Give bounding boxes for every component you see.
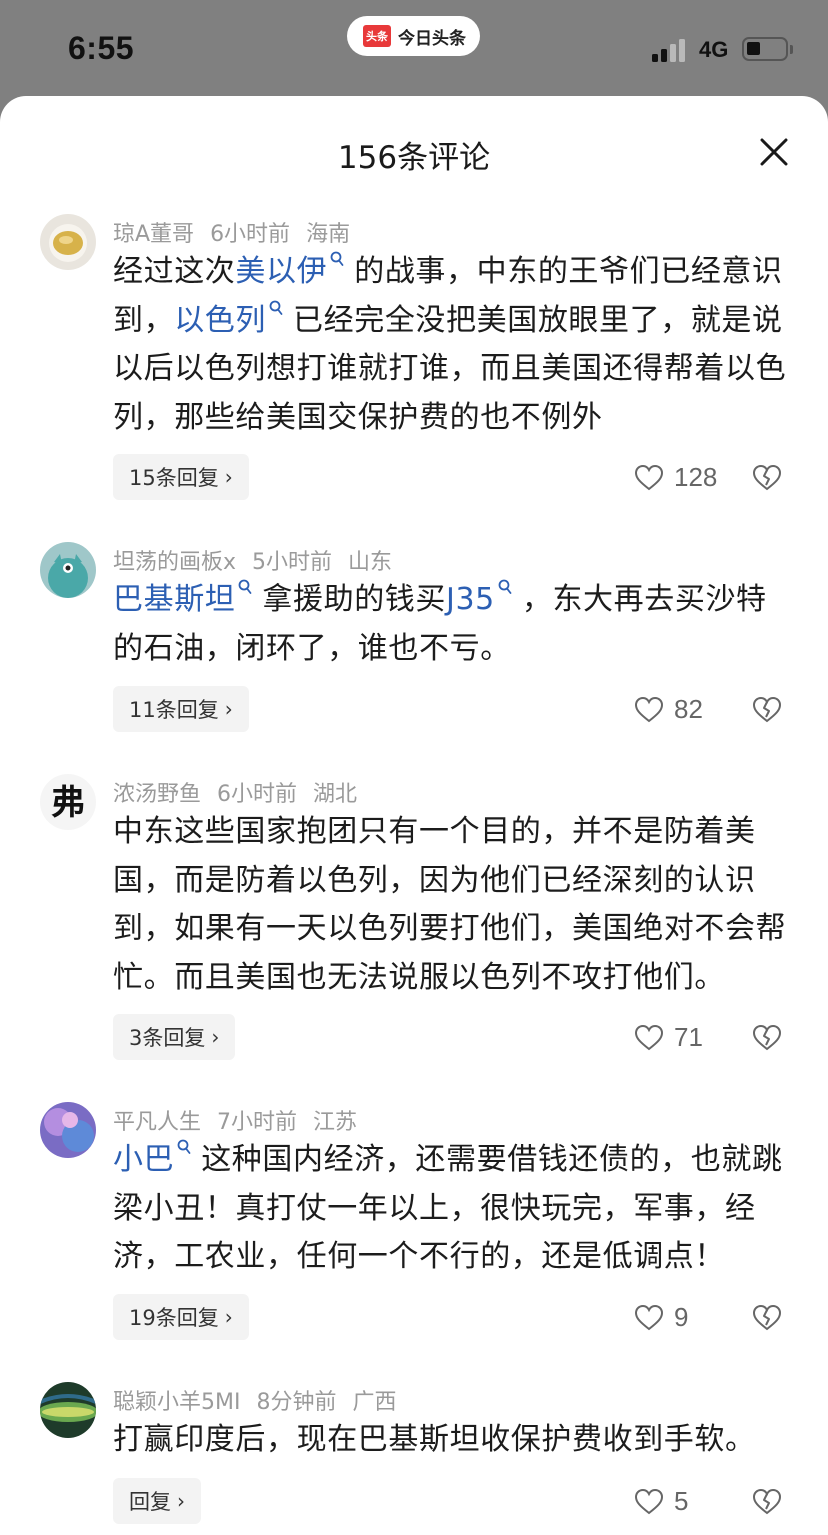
status-time: 6:55 [68,30,135,66]
heart-icon [634,696,664,722]
comment-time: 6小时前 [210,222,291,247]
replies-label: 回复 [129,1490,171,1514]
chevron-right-icon: › [224,697,233,721]
replies-label: 3条回复 [129,1026,206,1050]
comment-time: 7小时前 [217,1110,298,1135]
search-link[interactable]: 小巴 [113,1139,201,1177]
search-link[interactable]: 巴基斯坦 [113,579,262,617]
username[interactable]: 平凡人生 [113,1110,201,1135]
battery-cap [790,45,793,54]
comment-time: 8分钟前 [256,1390,337,1415]
search-link-label: 以色列 [174,302,267,338]
replies-label: 15条回复 [129,466,219,490]
dislike-broken-heart-icon[interactable] [752,696,782,724]
comments-title: 156条评论 [337,140,491,176]
heart-icon [634,1304,664,1330]
like-count: 5 [674,1486,689,1516]
dislike-broken-heart-icon[interactable] [752,1024,782,1052]
avatar[interactable] [40,1102,96,1158]
battery-icon [742,37,788,61]
like-count: 82 [674,694,703,724]
heart-icon [634,1488,664,1514]
comment-location: 湖北 [313,782,358,807]
like-button[interactable]: 128 [634,462,717,493]
like-count: 128 [674,462,718,492]
username[interactable]: 浓汤野鱼 [113,782,201,807]
comment-meta: 琼A董哥 6小时前 海南 [113,216,366,248]
svg-text:弗: 弗 [51,783,85,823]
comment-text: 小巴 这种国内经济，还需要借钱还债的，也就跳梁小丑！真打仗一年以上，很快玩完，军事… [113,1136,793,1282]
comment-text-segment: 经过这次 [113,254,236,289]
replies-button[interactable]: 19条回复 › [113,1294,249,1340]
chevron-right-icon: › [224,1305,233,1329]
avatar[interactable]: 弗 [40,774,96,830]
heart-icon [634,1024,664,1050]
comment-text: 经过这次美以伊 的战事，中东的王爷们已经意识到，以色列 已经完全没把美国放眼里了，就… [113,248,793,442]
search-icon [239,579,252,594]
like-button[interactable]: 9 [634,1302,688,1333]
heart-icon [634,464,664,490]
comment-text: 打赢印度后，现在巴基斯坦收保护费收到手软。 [113,1416,793,1465]
like-button[interactable]: 5 [634,1486,688,1517]
search-icon [269,300,283,315]
like-button[interactable]: 82 [634,694,703,725]
like-count: 9 [674,1302,689,1332]
avatar[interactable] [40,542,96,598]
comment-text: 中东这些国家抱团只有一个目的，并不是防着美国，而是防着以色列，因为他们已经深刻的… [113,808,793,1002]
avatar[interactable] [40,214,96,270]
search-icon [330,251,344,266]
comment-meta: 浓汤野鱼 6小时前 湖北 [113,776,373,808]
close-icon[interactable] [754,132,794,172]
replies-button[interactable]: 11条回复 › [113,686,249,732]
search-link-label: 美以伊 [235,254,328,289]
search-link[interactable]: 美以伊 [235,251,354,289]
comment-location: 山东 [348,550,393,575]
search-link-label: J35 [446,582,495,617]
comment-time: 6小时前 [217,782,298,807]
chevron-right-icon: › [224,465,233,489]
status-bar: 6:55 头条 今日头条 4G [0,0,828,96]
toutiao-logo-icon: 头条 [363,25,391,47]
chevron-right-icon: › [177,1489,185,1513]
comment-text-segment: 这种国内经济，还需要借钱还债的，也就跳梁小丑！真打仗一年以上，很快玩完，军事，经… [113,1142,783,1274]
comment-text-segment: 中东这些国家抱团只有一个目的，并不是防着美国，而是防着以色列，因为他们已经深刻的… [113,814,787,995]
avatar[interactable] [40,1382,96,1438]
app-name: 今日头条 [398,28,466,49]
search-icon [177,1139,191,1154]
like-count: 71 [674,1022,703,1052]
comment-time: 5小时前 [252,550,333,575]
dislike-broken-heart-icon[interactable] [752,1304,782,1332]
search-link[interactable]: 以色列 [174,300,293,338]
app-indicator-pill[interactable]: 头条 今日头条 [347,16,480,56]
username[interactable]: 琼A董哥 [113,222,194,247]
comment-text: 巴基斯坦 拿援助的钱买J35 ，东大再去买沙特的石油，闭环了，谁也不亏。 [113,576,793,673]
comment-meta: 聪颖小羊5MI 8分钟前 广西 [113,1384,412,1416]
comment-location: 广西 [352,1390,397,1415]
dislike-broken-heart-icon[interactable] [752,1488,782,1516]
comment-text-segment: 打赢印度后，现在巴基斯坦收保护费收到手软。 [113,1422,756,1457]
comment-location: 江苏 [313,1110,358,1135]
network-type: 4G [699,37,729,62]
comment-meta: 平凡人生 7小时前 江苏 [113,1104,373,1136]
replies-button[interactable]: 15条回复 › [113,454,249,500]
replies-label: 19条回复 [129,1306,219,1330]
signal-strength-icon [652,38,685,62]
search-link-label: 小巴 [113,1142,175,1177]
search-link-label: 巴基斯坦 [113,582,236,617]
replies-button[interactable]: 3条回复 › [113,1014,236,1060]
like-button[interactable]: 71 [634,1022,703,1053]
replies-label: 11条回复 [129,698,219,722]
comment-location: 海南 [306,222,351,247]
comments-sheet: 156条评论 琼A董哥 6小时前 海南 经过这次美以伊 的战事，中东的王爷们已经意识到… [0,96,828,1535]
reply-button[interactable]: 回复 › [113,1478,201,1524]
username[interactable]: 坦荡的画板x [113,550,236,575]
search-icon [498,579,512,594]
dislike-broken-heart-icon[interactable] [752,464,782,492]
comment-meta: 坦荡的画板x 5小时前 山东 [113,544,408,576]
search-link[interactable]: J35 [446,579,522,617]
username[interactable]: 聪颖小羊5MI [113,1390,240,1415]
chevron-right-icon: › [211,1025,220,1049]
comment-text-segment: 拿援助的钱买 [262,582,447,617]
